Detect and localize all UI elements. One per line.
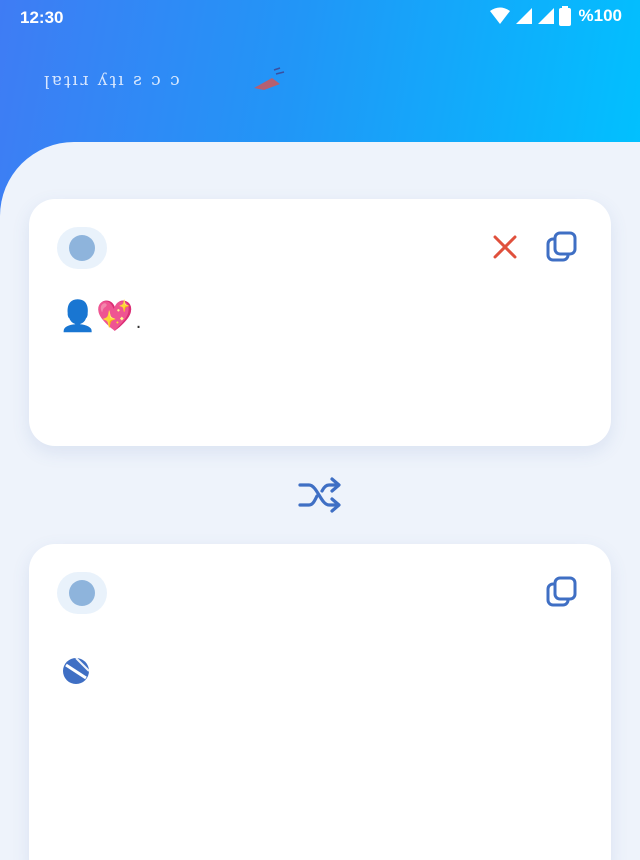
result-emoji-icon xyxy=(61,656,91,691)
source-emoji-text: 👤💖 xyxy=(59,300,134,333)
status-bar: 12:30 %100 xyxy=(0,0,640,36)
clear-button[interactable] xyxy=(487,231,523,267)
target-language-indicator[interactable] xyxy=(57,572,107,614)
copy-result-button[interactable] xyxy=(544,576,580,612)
shuffle-icon xyxy=(297,475,343,520)
signal-icon xyxy=(515,7,533,25)
battery-level: %100 xyxy=(578,6,622,25)
copy-icon xyxy=(545,575,579,614)
wifi-icon xyxy=(489,7,511,25)
signal-icon xyxy=(537,7,555,25)
result-card[interactable] xyxy=(29,544,611,860)
app-title: ꞁɐʇıɹ ʎʇı ƨ ɔ ɔ xyxy=(44,70,182,90)
status-time: 12:30 xyxy=(20,8,64,27)
source-card[interactable]: 👤💖 . xyxy=(29,199,611,446)
source-trailing-text: . xyxy=(135,311,142,333)
copy-icon xyxy=(545,230,579,269)
battery-icon xyxy=(558,6,571,26)
close-icon xyxy=(491,233,519,266)
status-icons: %100 xyxy=(489,6,622,26)
decoration-icon xyxy=(250,64,290,99)
source-language-indicator[interactable] xyxy=(57,227,107,269)
copy-source-button[interactable] xyxy=(544,231,580,267)
source-text[interactable]: 👤💖 . xyxy=(59,299,141,334)
swap-languages-button[interactable] xyxy=(296,476,344,518)
